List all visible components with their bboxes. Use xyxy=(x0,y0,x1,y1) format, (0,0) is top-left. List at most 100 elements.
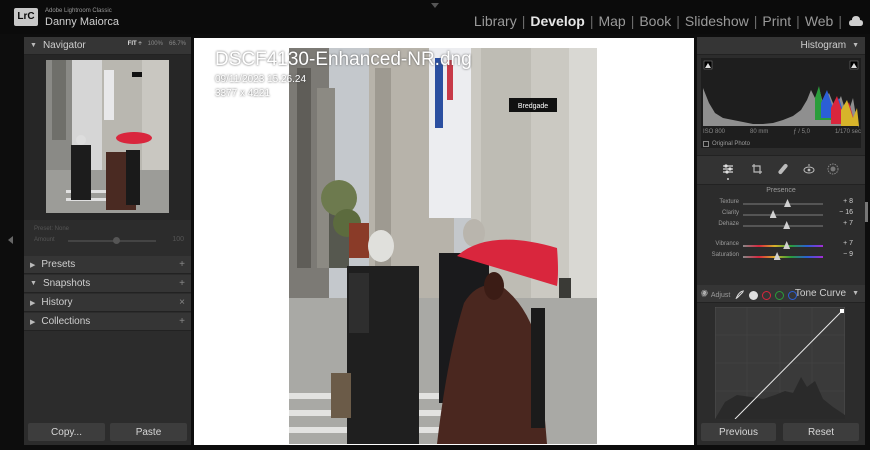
amount-value: 100 xyxy=(172,236,184,243)
tone-curve-graph[interactable] xyxy=(715,307,845,419)
slider-label: Saturation xyxy=(711,252,739,258)
slider-track[interactable] xyxy=(743,203,823,205)
cloud-icon[interactable] xyxy=(849,15,863,27)
red-eye-icon[interactable] xyxy=(803,163,815,175)
slider-value[interactable]: + 8 xyxy=(843,198,853,205)
street-sign-text: Bredgade xyxy=(518,103,548,110)
panel-snapshots[interactable]: ▼ Snapshots + xyxy=(24,275,191,293)
original-photo-label: Original Photo xyxy=(712,141,751,147)
slider-clarity: Clarity − 16 xyxy=(697,209,865,219)
aperture-value: ƒ / 5,0 xyxy=(793,129,810,135)
original-photo-checkbox[interactable] xyxy=(703,141,709,147)
navigator-title: Navigator xyxy=(42,40,86,51)
identity-plate[interactable]: Danny Maiorca xyxy=(45,16,119,28)
lrc-logo: LrC xyxy=(14,8,38,26)
panel-label: Snapshots xyxy=(42,278,91,289)
zoom-option[interactable]: 66.7% xyxy=(169,41,186,47)
slider-label: Vibrance xyxy=(715,241,739,247)
left-panel-list: ▶ Presets + ▼ Snapshots + ▶ History × ▶ Collection… xyxy=(24,256,191,332)
panel-label: Presets xyxy=(41,259,76,270)
module-slideshow[interactable]: Slideshow xyxy=(680,13,754,29)
shutter-value: 1/170 sec xyxy=(834,129,861,135)
masking-icon[interactable] xyxy=(827,163,839,175)
module-print[interactable]: Print xyxy=(757,13,796,29)
collapse-triangle-icon: ▼ xyxy=(852,42,859,49)
module-separator: | xyxy=(838,13,842,29)
slider-value[interactable]: + 7 xyxy=(843,240,853,247)
loupe-view: Bredgade DSCF4130-Enhanced-NR.dng 09/11/… xyxy=(194,38,694,445)
left-panel: ▼ Navigator FIT ÷ 100% 66.7% Preset: None … xyxy=(24,37,191,445)
reset-button[interactable]: Reset xyxy=(783,423,859,441)
main-photo[interactable]: Bredgade xyxy=(289,48,597,444)
module-library[interactable]: Library xyxy=(469,13,522,29)
histogram-header[interactable]: Histogram ▼ xyxy=(697,37,865,55)
slider-value[interactable]: − 9 xyxy=(843,251,853,258)
presence-title: Presence xyxy=(766,187,796,194)
original-photo-toggle[interactable]: Original Photo xyxy=(703,141,750,147)
left-panel-toggle-icon[interactable] xyxy=(8,236,13,244)
amount-label: Amount xyxy=(34,237,55,243)
navigator-header[interactable]: ▼ Navigator FIT ÷ 100% 66.7% xyxy=(24,37,191,55)
iso-value: ISO 800 xyxy=(703,129,726,135)
navigator-zoom-options: FIT ÷ 100% 66.7% xyxy=(122,41,186,47)
green-channel-icon[interactable] xyxy=(775,290,785,300)
panel-collections[interactable]: ▶ Collections + xyxy=(24,313,191,331)
parametric-curve-icon[interactable] xyxy=(735,290,745,300)
blue-channel-icon[interactable] xyxy=(788,290,798,300)
slider-value[interactable]: − 16 xyxy=(839,209,853,216)
amount-slider-knob[interactable] xyxy=(113,237,121,244)
collapsed-triangle-icon: ▶ xyxy=(30,261,36,269)
add-icon[interactable]: + xyxy=(179,278,185,289)
slider-dehaze: Dehaze + 7 xyxy=(697,220,865,230)
slider-value[interactable]: + 7 xyxy=(843,220,853,227)
panel-label: Collections xyxy=(41,316,91,327)
product-name: Adobe Lightroom Classic xyxy=(45,8,112,14)
histogram-title: Histogram xyxy=(800,40,847,51)
copy-button[interactable]: Copy... xyxy=(28,423,105,441)
slider-track[interactable] xyxy=(743,245,823,247)
slider-texture: Texture + 8 xyxy=(697,198,865,208)
module-map[interactable]: Map xyxy=(593,13,630,29)
panel-presets[interactable]: ▶ Presets + xyxy=(24,256,191,274)
paste-button[interactable]: Paste xyxy=(110,423,187,441)
add-icon[interactable]: + xyxy=(179,316,185,327)
previous-button[interactable]: Previous xyxy=(701,423,776,441)
crop-icon[interactable] xyxy=(751,163,763,175)
slider-label: Clarity xyxy=(721,210,739,216)
clear-icon[interactable]: × xyxy=(179,297,185,308)
module-picker: Library | Develop | Map | Book | Slideshow | Print… xyxy=(469,13,842,29)
slider-track[interactable] xyxy=(743,225,823,227)
focal-length-value: 80 mm xyxy=(749,129,769,135)
collapsed-triangle-icon: ▶ xyxy=(30,318,36,326)
navigator-thumbnail[interactable] xyxy=(46,60,169,213)
right-panel: Histogram ▼ ISO 800 80 mm ƒ / 5,0 1/170 … xyxy=(697,37,865,445)
slider-vibrance: Vibrance + 7 xyxy=(697,240,865,250)
healing-brush-icon[interactable] xyxy=(777,163,789,175)
slider-label: Dehaze xyxy=(718,221,739,227)
module-web[interactable]: Web xyxy=(800,13,839,29)
slider-track[interactable] xyxy=(743,256,823,258)
right-panel-scrollbar[interactable] xyxy=(865,202,868,222)
preset-amount-control: Preset: None Amount 100 xyxy=(28,224,186,252)
edit-sliders-icon[interactable] xyxy=(722,163,734,175)
active-tool-dot xyxy=(727,178,729,180)
photo-filename: DSCF4130-Enhanced-NR.dng xyxy=(215,49,472,70)
slider-track[interactable] xyxy=(743,214,823,216)
amount-slider-track[interactable] xyxy=(68,240,156,242)
navigator-preview xyxy=(24,55,191,220)
expand-triangle-icon: ▼ xyxy=(30,280,37,287)
photo-dimensions: 3377 x 4221 xyxy=(215,88,271,99)
zoom-option[interactable]: 100% xyxy=(148,41,163,47)
module-develop[interactable]: Develop xyxy=(525,13,589,29)
module-book[interactable]: Book xyxy=(634,13,676,29)
add-icon[interactable]: + xyxy=(179,259,185,270)
panel-history[interactable]: ▶ History × xyxy=(24,294,191,312)
target-adjust-icon[interactable]: ⊙ xyxy=(701,291,707,299)
red-channel-icon[interactable] xyxy=(762,290,772,300)
preset-label: Preset: None xyxy=(34,226,70,232)
zoom-option[interactable]: FIT ÷ xyxy=(128,41,142,47)
panel-label: History xyxy=(41,297,73,308)
rgb-channel-icon[interactable] xyxy=(749,290,759,300)
tool-strip xyxy=(697,155,865,185)
photo-datetime: 09/11/2023 15.26.24 xyxy=(215,74,307,85)
